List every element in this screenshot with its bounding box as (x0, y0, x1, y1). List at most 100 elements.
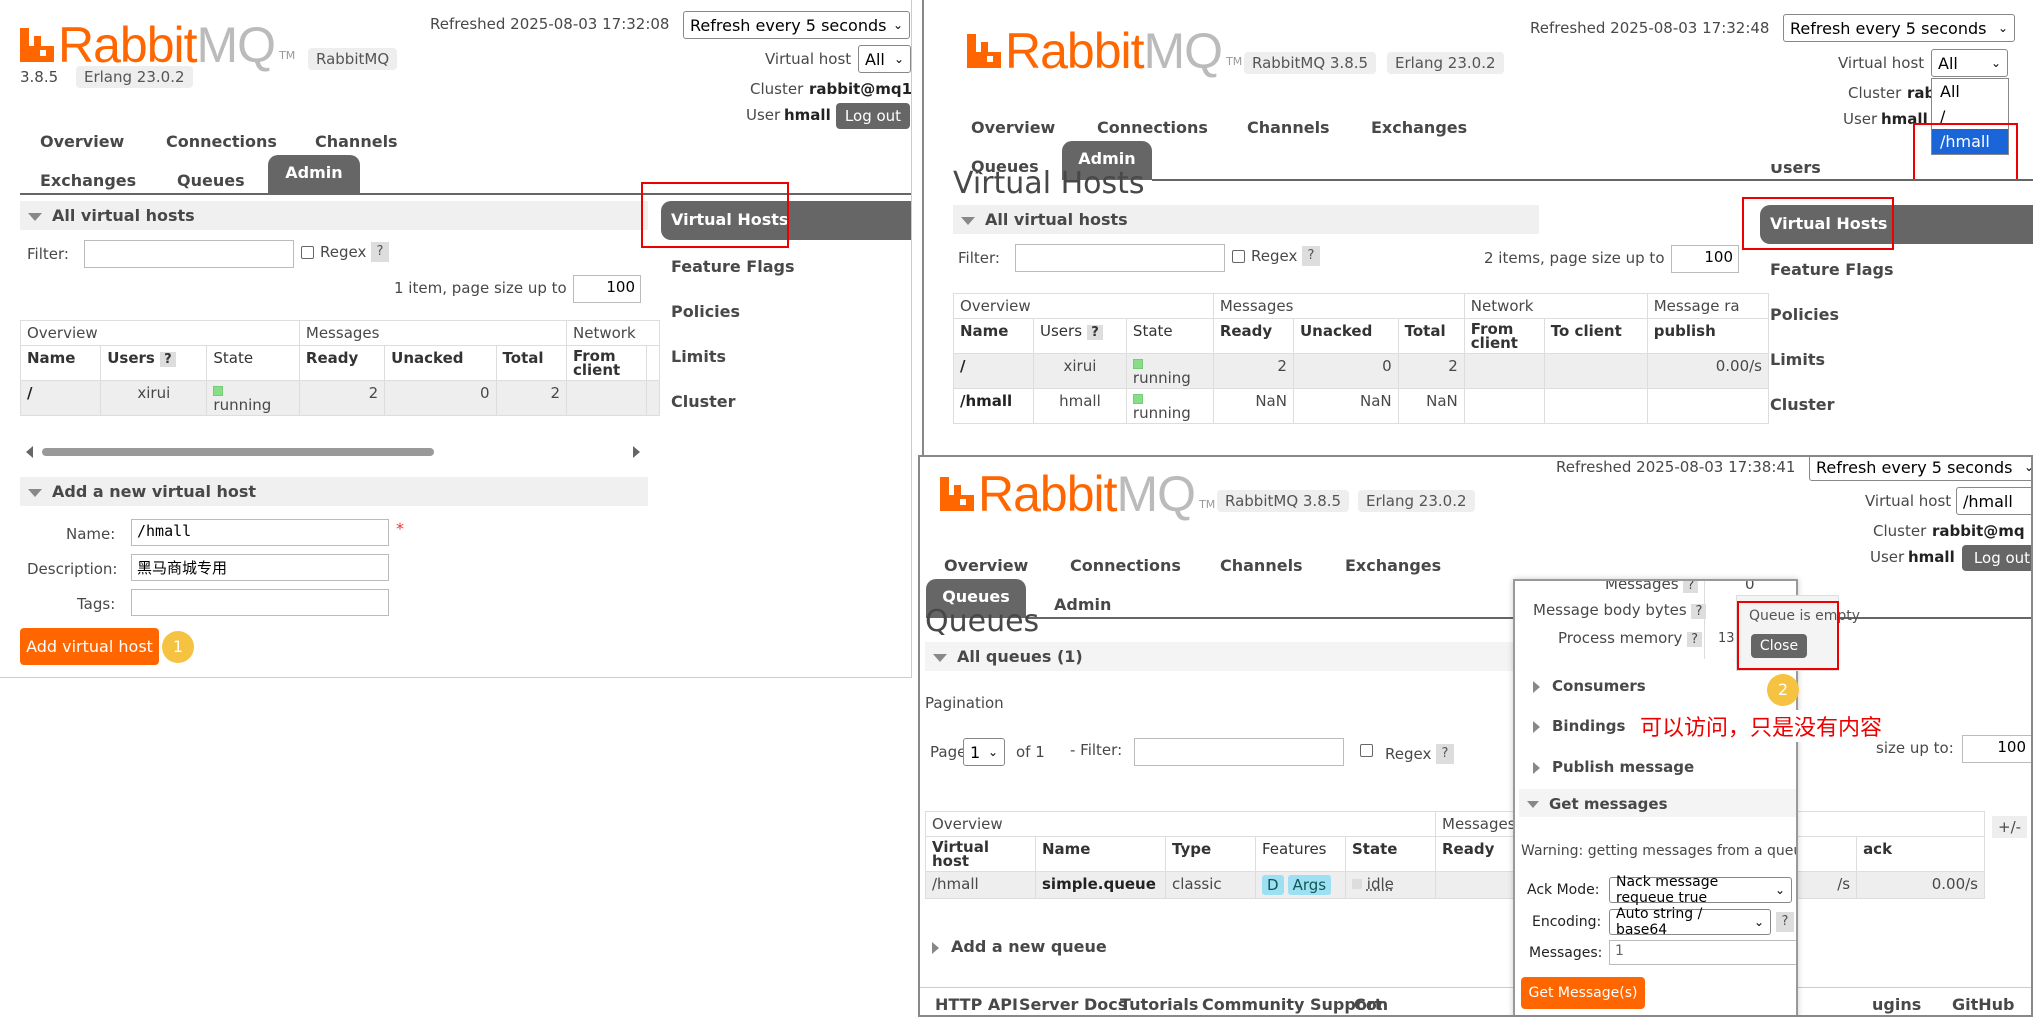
page-select[interactable]: 1 ⌄ (963, 738, 1005, 766)
footer-link-server-docs[interactable]: Server Docs (1019, 995, 1127, 1014)
footer-link-github[interactable]: GitHub (1952, 995, 2015, 1014)
add-vhost-button[interactable]: Add virtual host (20, 628, 159, 665)
col-name[interactable]: Name (1035, 836, 1166, 872)
refresh-select[interactable]: Refresh every 5 seconds ⌄ (1809, 457, 2031, 481)
sidebar-item-cluster[interactable]: Cluster (1770, 395, 1835, 414)
tab-overview[interactable]: Overview (944, 548, 1028, 583)
regex-checkbox[interactable] (1232, 250, 1245, 263)
tab-connections[interactable]: Connections (1070, 548, 1181, 583)
vhost-name-input[interactable]: /hmall (131, 519, 389, 546)
encoding-select[interactable]: Auto string / base64 ⌄ (1609, 906, 1771, 938)
virtual-host-select[interactable]: All ⌄ (1931, 49, 2008, 77)
col-unacked[interactable]: Unacked (1292, 318, 1399, 354)
vhost-tags-input[interactable] (131, 589, 389, 616)
col-state[interactable]: State (1125, 318, 1214, 354)
help-icon[interactable]: ? (1683, 581, 1699, 593)
virtual-host-select[interactable]: /hmall (1956, 487, 2031, 515)
tab-connections[interactable]: Connections (166, 124, 277, 159)
tab-overview[interactable]: Overview (40, 124, 124, 159)
page-size-input[interactable]: 100 (1962, 735, 2031, 763)
section-consumers[interactable]: Consumers (1533, 677, 1646, 695)
section-all-vhosts[interactable]: All virtual hosts (953, 205, 1539, 234)
vhost-option-all[interactable]: All (1932, 79, 2008, 104)
col-total[interactable]: Total (1397, 318, 1465, 354)
section-add-vhost[interactable]: Add a new virtual host (20, 477, 648, 506)
col-from-client[interactable]: From client (566, 345, 647, 381)
col-users[interactable]: Users ? (1033, 318, 1127, 354)
col-ready[interactable]: Ready (298, 345, 386, 381)
col-unacked[interactable]: Unacked (384, 345, 497, 381)
page-size-input[interactable]: 100 (573, 275, 641, 303)
tab-exchanges[interactable]: Exchanges (1371, 110, 1467, 145)
section-publish-message[interactable]: Publish message (1533, 758, 1694, 776)
page-size-input[interactable]: 100 (1671, 245, 1739, 273)
filter-input[interactable] (1015, 244, 1225, 272)
col-virtual-host[interactable]: Virtual host (925, 836, 1036, 872)
col-to-client[interactable]: To client (1543, 318, 1648, 354)
messages-count-input[interactable]: 1 (1609, 940, 1796, 965)
regex-checkbox[interactable] (1360, 744, 1373, 757)
filter-input[interactable] (84, 240, 294, 268)
regex-checkbox[interactable] (301, 246, 314, 259)
table-row[interactable]: / xirui running 2 0 2 0.00/s (953, 353, 1770, 389)
section-get-messages[interactable]: Get messages (1519, 789, 1796, 817)
col-publish[interactable]: publish (1646, 318, 1770, 354)
help-icon[interactable]: ? (1436, 744, 1454, 764)
sidebar-item-policies[interactable]: Policies (1770, 305, 1839, 324)
table-row[interactable]: /hmall simple.queue classic DArgs idle 0… (925, 871, 1985, 899)
col-name[interactable]: Name (19, 345, 102, 381)
sidebar-item-cluster[interactable]: Cluster (671, 392, 736, 411)
tab-channels[interactable]: Channels (1220, 548, 1303, 583)
vhost-name[interactable]: /hmall (953, 388, 1034, 424)
refresh-select[interactable]: Refresh every 5 seconds ⌄ (683, 11, 910, 39)
col-total[interactable]: Total (495, 345, 568, 381)
section-add-queue[interactable]: Add a new queue (932, 937, 1107, 956)
sidebar-item-feature-flags[interactable]: Feature Flags (671, 257, 794, 276)
horizontal-scrollbar[interactable] (42, 448, 434, 456)
refresh-select[interactable]: Refresh every 5 seconds ⌄ (1783, 14, 2015, 42)
col-users[interactable]: Users ? (100, 345, 208, 381)
sidebar-item-policies[interactable]: Policies (671, 302, 740, 321)
col-ack[interactable]: ack (1856, 836, 1985, 872)
col-type[interactable]: Type (1165, 836, 1256, 872)
args-tag[interactable]: Args (1287, 875, 1332, 895)
logout-button[interactable]: Log out (1962, 545, 2031, 571)
tab-channels[interactable]: Channels (1247, 110, 1330, 145)
col-ready[interactable]: Ready (1212, 318, 1294, 354)
get-messages-button[interactable]: Get Message(s) (1521, 977, 1645, 1009)
tab-channels[interactable]: Channels (315, 124, 398, 159)
tab-overview[interactable]: Overview (971, 110, 1055, 145)
sidebar-item-users[interactable]: Users (1770, 164, 1821, 178)
col-features[interactable]: Features (1255, 836, 1346, 872)
tab-admin[interactable]: Admin (268, 155, 360, 194)
logout-button[interactable]: Log out (836, 103, 910, 129)
virtual-host-select[interactable]: All ⌄ (858, 45, 911, 73)
scroll-right-icon[interactable] (633, 446, 640, 458)
col-from-client[interactable]: From client (1463, 318, 1545, 354)
help-icon[interactable]: ? (371, 242, 389, 262)
help-icon[interactable]: ? (1687, 632, 1703, 647)
sidebar-item-limits[interactable]: Limits (1770, 350, 1825, 369)
columns-toggle[interactable]: +/- (1992, 816, 2028, 838)
queue-name[interactable]: simple.queue (1035, 871, 1166, 899)
ack-mode-select[interactable]: Nack message requeue true ⌄ (1609, 874, 1792, 906)
tab-exchanges[interactable]: Exchanges (1345, 548, 1441, 583)
col-state[interactable]: State (1345, 836, 1436, 872)
footer-link-con[interactable]: Con (1354, 995, 1388, 1014)
help-icon[interactable]: ? (160, 352, 176, 367)
footer-link-plugins[interactable]: ugins (1872, 995, 1921, 1014)
section-bindings[interactable]: Bindings (1533, 717, 1625, 735)
vhost-description-input[interactable]: 黑马商城专用 (131, 554, 389, 581)
filter-input[interactable] (1134, 738, 1344, 766)
sidebar-item-limits[interactable]: Limits (671, 347, 726, 366)
tab-connections[interactable]: Connections (1097, 110, 1208, 145)
table-row[interactable]: /hmall hmall running NaN NaN NaN (953, 388, 1770, 424)
help-icon[interactable]: ? (1776, 912, 1794, 932)
sidebar-item-feature-flags[interactable]: Feature Flags (1770, 260, 1893, 279)
section-all-vhosts[interactable]: All virtual hosts (20, 201, 648, 230)
footer-link-tutorials[interactable]: Tutorials (1120, 995, 1198, 1014)
scroll-left-icon[interactable] (26, 446, 33, 458)
help-icon[interactable]: ? (1087, 325, 1103, 340)
col-state[interactable]: State (206, 345, 300, 381)
durable-tag[interactable]: D (1262, 875, 1284, 895)
